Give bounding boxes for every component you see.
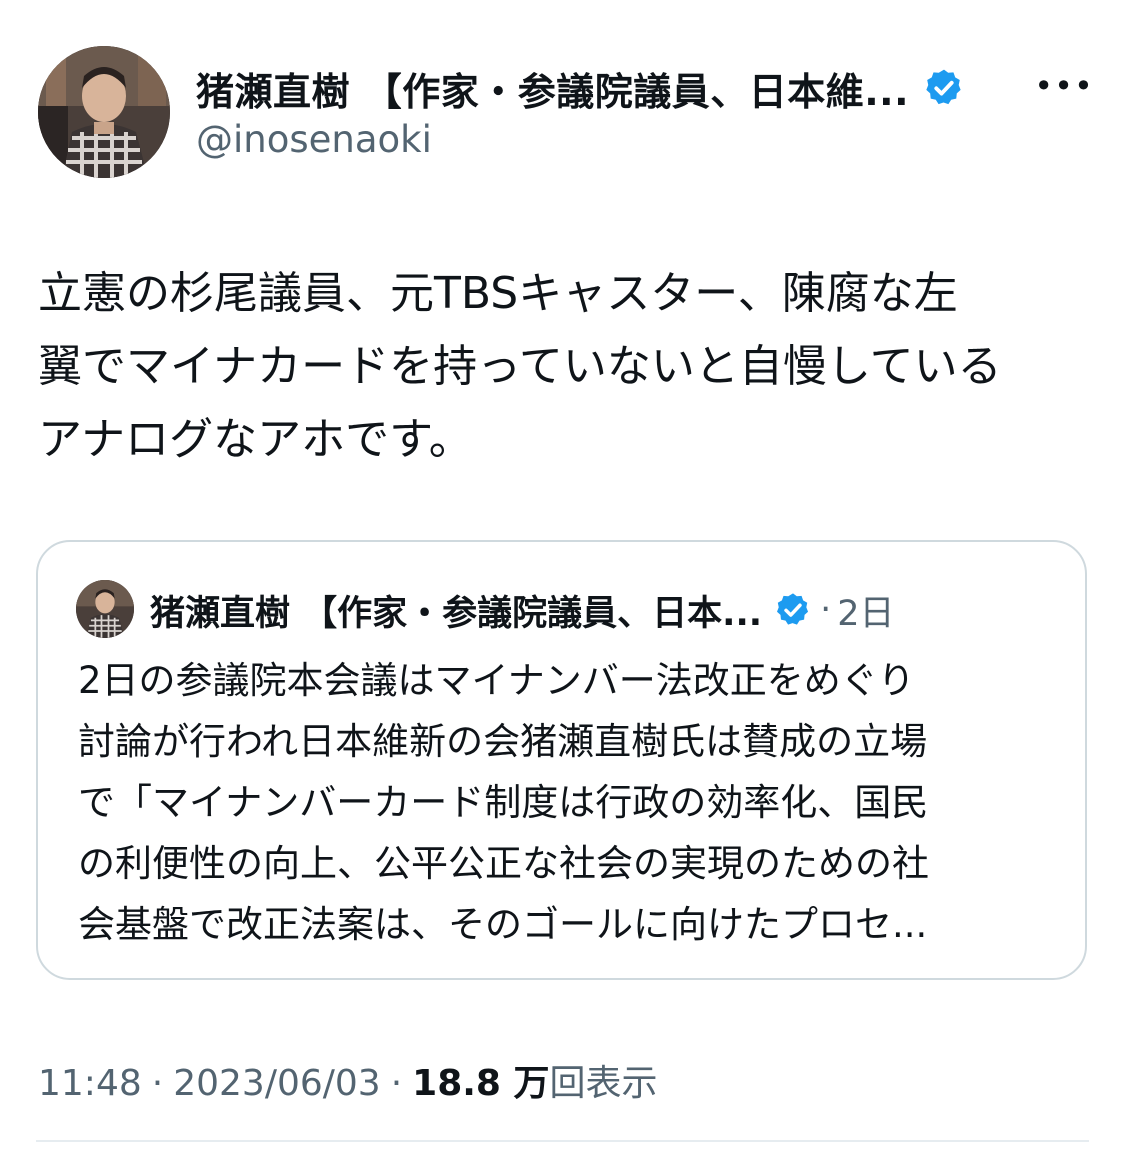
author-handle[interactable]: @inosenaoki — [196, 118, 432, 161]
author-avatar[interactable] — [38, 46, 170, 178]
author-name[interactable]: 猪瀬直樹 【作家・参議院議員、日本維... — [196, 61, 909, 116]
quote-separator: · — [820, 590, 832, 630]
meta-separator: · — [151, 1063, 164, 1104]
author-name-row: 猪瀬直樹 【作家・参議院議員、日本維... — [196, 62, 965, 114]
quote-header: 猪瀬直樹 【作家・参議院議員、日本... · 2日 — [150, 586, 895, 634]
divider — [36, 1140, 1089, 1142]
quoted-tweet-card[interactable]: 猪瀬直樹 【作家・参議院議員、日本... · 2日 2日の参議院本会議はマイナン… — [36, 540, 1087, 980]
tweet-time[interactable]: 11:48 — [38, 1063, 142, 1104]
avatar-photo — [38, 46, 170, 178]
tweet-date[interactable]: 2023/06/03 — [173, 1063, 381, 1104]
more-options-icon[interactable]: ••• — [1034, 64, 1093, 108]
quote-verified-badge-icon — [774, 591, 812, 629]
quote-author-name: 猪瀬直樹 【作家・参議院議員、日本... — [150, 593, 763, 634]
quote-timestamp: 2日 — [837, 593, 895, 634]
tweet-meta: 11:48 · 2023/06/03 · 18.8 万 回表示 — [38, 1054, 658, 1106]
views-count[interactable]: 18.8 万 — [412, 1054, 549, 1106]
quote-avatar-photo — [76, 580, 134, 638]
verified-badge-icon — [923, 67, 965, 109]
views-label[interactable]: 回表示 — [550, 1054, 658, 1106]
meta-separator: · — [390, 1063, 403, 1104]
tweet-text: 立憲の杉尾議員、元TBSキャスター、陳腐な左 翼でマイナカードを持っていないと自… — [38, 268, 1002, 465]
quote-author-avatar — [76, 580, 134, 638]
quote-text: 2日の参議院本会議はマイナンバー法改正をめぐり 討論が行われ日本維新の会猪瀬直樹… — [78, 659, 929, 946]
